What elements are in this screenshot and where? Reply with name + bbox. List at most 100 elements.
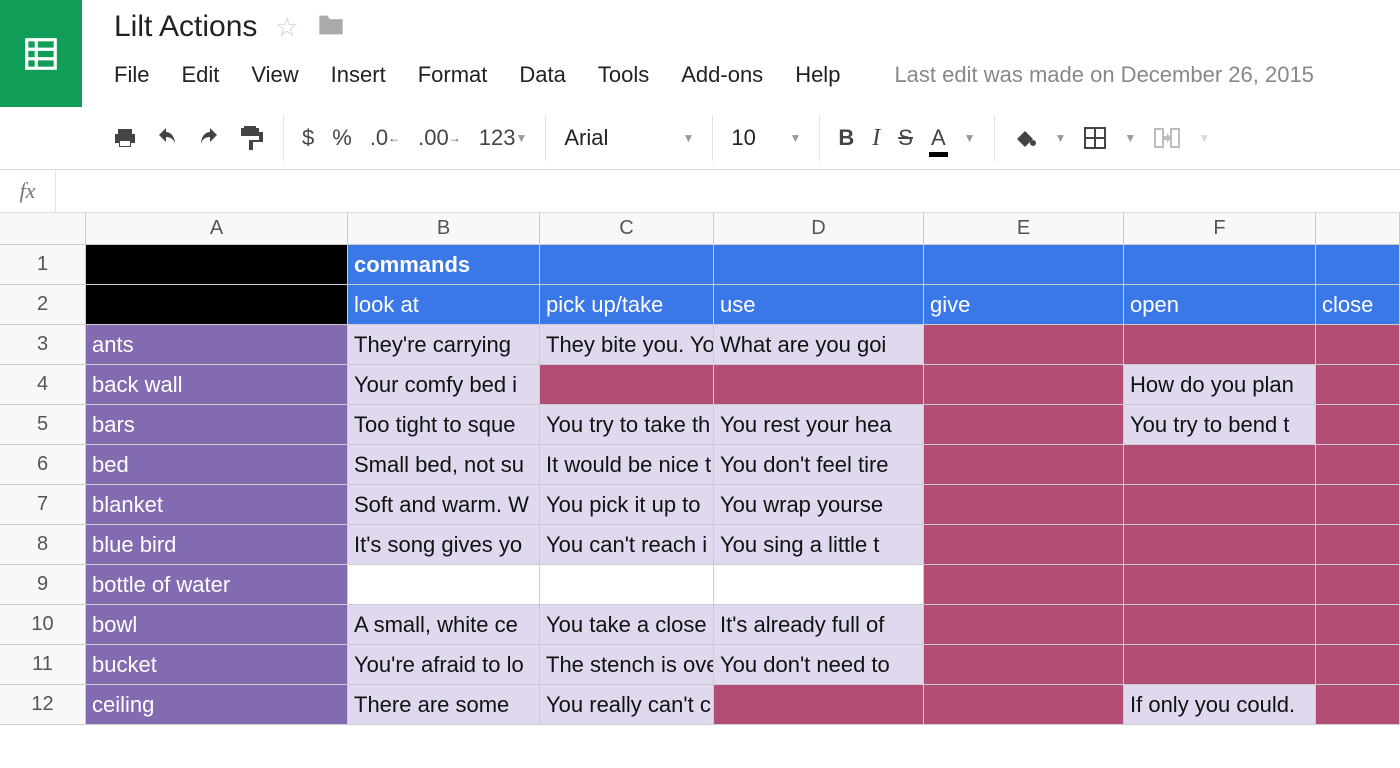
bold-button[interactable]: B — [838, 125, 854, 151]
merge-cells-caret[interactable]: ▼ — [1198, 131, 1210, 145]
cell-A9[interactable]: bottle of water — [86, 565, 348, 604]
redo-icon[interactable] — [197, 128, 221, 148]
cell-A11[interactable]: bucket — [86, 645, 348, 684]
cell-D8[interactable]: You sing a little t — [714, 525, 924, 564]
cell-C6[interactable]: It would be nice t — [540, 445, 714, 484]
cell-A3[interactable]: ants — [86, 325, 348, 364]
cell-B8[interactable]: It's song gives yo — [348, 525, 540, 564]
cell-G3[interactable] — [1316, 325, 1400, 364]
col-head-E[interactable]: E — [924, 213, 1124, 244]
col-head-A[interactable]: A — [86, 213, 348, 244]
cell-D7[interactable]: You wrap yourse — [714, 485, 924, 524]
cell-B7[interactable]: Soft and warm. W — [348, 485, 540, 524]
cell-C10[interactable]: You take a close — [540, 605, 714, 644]
undo-icon[interactable] — [155, 128, 179, 148]
cell-B11[interactable]: You're afraid to lo — [348, 645, 540, 684]
formula-input[interactable] — [56, 170, 1400, 212]
cell-D5[interactable]: You rest your hea — [714, 405, 924, 444]
cell-D12[interactable] — [714, 685, 924, 724]
cell-C3[interactable]: They bite you. Yo — [540, 325, 714, 364]
col-head-D[interactable]: D — [714, 213, 924, 244]
cell-A7[interactable]: blanket — [86, 485, 348, 524]
cell-B4[interactable]: Your comfy bed i — [348, 365, 540, 404]
doc-title[interactable]: Lilt Actions — [114, 10, 257, 44]
cell-A8[interactable]: blue bird — [86, 525, 348, 564]
cell-G1[interactable] — [1316, 245, 1400, 284]
cell-F12[interactable]: If only you could. — [1124, 685, 1316, 724]
sheets-logo[interactable] — [0, 0, 82, 107]
cell-A10[interactable]: bowl — [86, 605, 348, 644]
font-family-dropdown[interactable]: Arial▼ — [564, 125, 694, 151]
row-head-12[interactable]: 12 — [0, 685, 86, 724]
row-head-9[interactable]: 9 — [0, 565, 86, 604]
cell-F5[interactable]: You try to bend t — [1124, 405, 1316, 444]
last-edit-text[interactable]: Last edit was made on December 26, 2015 — [894, 62, 1313, 88]
cell-B2[interactable]: look at — [348, 285, 540, 324]
borders-caret[interactable]: ▼ — [1124, 131, 1136, 145]
menu-tools[interactable]: Tools — [598, 62, 649, 88]
increase-decimal-button[interactable]: .00→ — [418, 125, 461, 151]
cell-F10[interactable] — [1124, 605, 1316, 644]
select-all-corner[interactable] — [0, 213, 86, 244]
menu-insert[interactable]: Insert — [331, 62, 386, 88]
row-head-5[interactable]: 5 — [0, 405, 86, 444]
cell-E6[interactable] — [924, 445, 1124, 484]
menu-addons[interactable]: Add-ons — [681, 62, 763, 88]
cell-E2[interactable]: give — [924, 285, 1124, 324]
row-head-1[interactable]: 1 — [0, 245, 86, 284]
borders-button[interactable] — [1084, 127, 1106, 149]
cell-F1[interactable] — [1124, 245, 1316, 284]
cell-C7[interactable]: You pick it up to — [540, 485, 714, 524]
decrease-decimal-button[interactable]: .0← — [370, 125, 400, 151]
cell-E7[interactable] — [924, 485, 1124, 524]
cell-D3[interactable]: What are you goi — [714, 325, 924, 364]
cell-E1[interactable] — [924, 245, 1124, 284]
cell-B12[interactable]: There are some — [348, 685, 540, 724]
cell-D10[interactable]: It's already full of — [714, 605, 924, 644]
text-color-button[interactable]: A — [931, 125, 946, 151]
col-head-C[interactable]: C — [540, 213, 714, 244]
merge-cells-button[interactable] — [1154, 128, 1180, 148]
cell-C2[interactable]: pick up/take — [540, 285, 714, 324]
cell-E11[interactable] — [924, 645, 1124, 684]
cell-G9[interactable] — [1316, 565, 1400, 604]
menu-edit[interactable]: Edit — [181, 62, 219, 88]
cell-C9[interactable] — [540, 565, 714, 604]
row-head-4[interactable]: 4 — [0, 365, 86, 404]
cell-C1[interactable] — [540, 245, 714, 284]
row-head-7[interactable]: 7 — [0, 485, 86, 524]
cell-A1[interactable] — [86, 245, 348, 284]
cell-E8[interactable] — [924, 525, 1124, 564]
cell-G6[interactable] — [1316, 445, 1400, 484]
fill-color-caret[interactable]: ▼ — [1055, 131, 1067, 145]
row-head-11[interactable]: 11 — [0, 645, 86, 684]
cell-A2[interactable] — [86, 285, 348, 324]
col-head-F[interactable]: F — [1124, 213, 1316, 244]
paint-format-icon[interactable] — [239, 126, 265, 150]
font-size-dropdown[interactable]: 10▼ — [731, 125, 801, 151]
row-head-2[interactable]: 2 — [0, 285, 86, 324]
cell-C8[interactable]: You can't reach i — [540, 525, 714, 564]
row-head-6[interactable]: 6 — [0, 445, 86, 484]
menu-format[interactable]: Format — [418, 62, 488, 88]
menu-data[interactable]: Data — [519, 62, 565, 88]
cell-C11[interactable]: The stench is ove — [540, 645, 714, 684]
cell-E12[interactable] — [924, 685, 1124, 724]
cell-G7[interactable] — [1316, 485, 1400, 524]
menu-file[interactable]: File — [114, 62, 149, 88]
cell-F7[interactable] — [1124, 485, 1316, 524]
cell-E10[interactable] — [924, 605, 1124, 644]
cell-D1[interactable] — [714, 245, 924, 284]
cell-G4[interactable] — [1316, 365, 1400, 404]
cell-G11[interactable] — [1316, 645, 1400, 684]
cell-B6[interactable]: Small bed, not su — [348, 445, 540, 484]
menu-view[interactable]: View — [251, 62, 298, 88]
cell-D6[interactable]: You don't feel tire — [714, 445, 924, 484]
row-head-10[interactable]: 10 — [0, 605, 86, 644]
format-currency-button[interactable]: $ — [302, 125, 314, 151]
cell-C5[interactable]: You try to take th — [540, 405, 714, 444]
cell-D9[interactable] — [714, 565, 924, 604]
cell-G5[interactable] — [1316, 405, 1400, 444]
cell-A6[interactable]: bed — [86, 445, 348, 484]
cell-D11[interactable]: You don't need to — [714, 645, 924, 684]
